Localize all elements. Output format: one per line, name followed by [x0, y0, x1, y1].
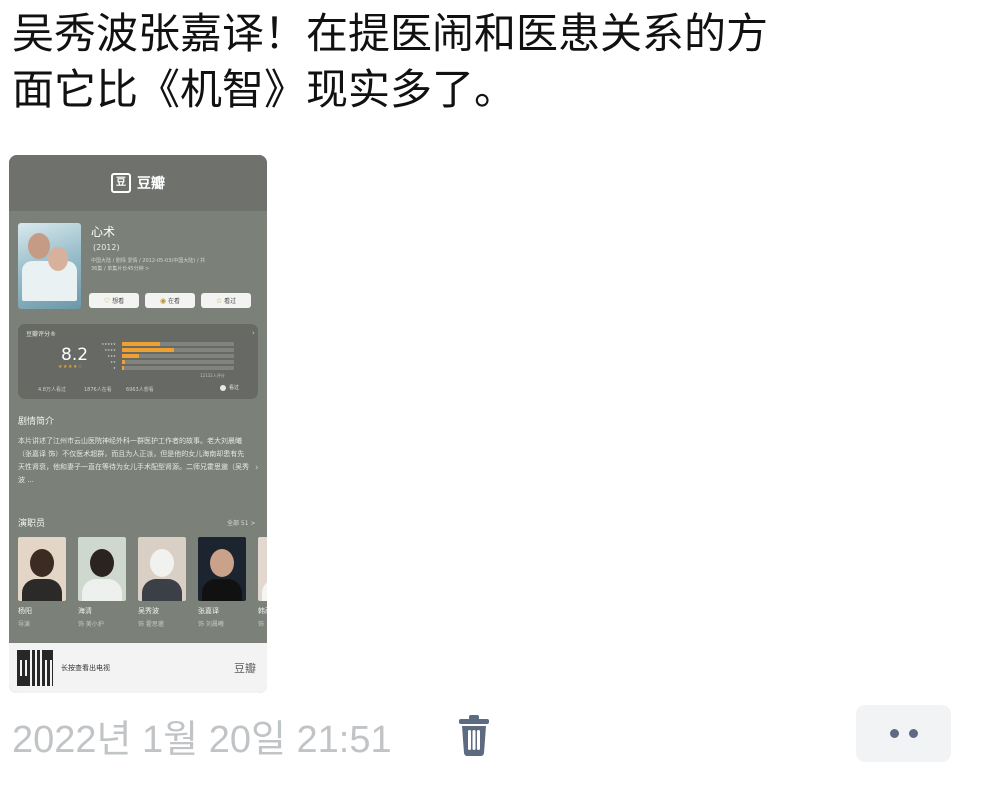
post-text-line: 面它比《机智》现实多了。: [12, 65, 517, 114]
footer-brand: 豆瓣: [234, 662, 256, 675]
user-avatar-icon: [220, 384, 226, 391]
rating-bar-row: ★★★★★: [98, 342, 234, 346]
rating-stars: ★★★★☆: [58, 364, 83, 370]
cast-photo: [198, 537, 246, 601]
rating-bar-fill: [122, 342, 161, 346]
watched-mark: 看过: [220, 384, 239, 391]
rating-bar-label: ★★: [110, 360, 116, 364]
chevron-right-icon[interactable]: ›: [255, 463, 259, 473]
rating-bar-fill: [122, 360, 126, 364]
synopsis-heading: 剧情简介: [18, 417, 55, 427]
rating-bar-track: [122, 348, 234, 352]
brand-name: 豆瓣: [137, 176, 165, 192]
cast-all-link[interactable]: 全部 51 >: [227, 518, 255, 527]
watched-button[interactable]: ☆ 看过: [201, 293, 251, 308]
douban-share-card[interactable]: 豆 豆瓣 心术 (2012) 中国大陆 / 剧情 爱情 / 2012-05-03…: [9, 155, 267, 693]
trash-icon: [459, 715, 489, 756]
rating-bar-fill: [122, 348, 174, 352]
rating-bar-track: [122, 366, 234, 370]
watching-count: 1876人在看: [84, 387, 112, 393]
cast-role: 导演: [18, 621, 31, 628]
cast-heading: 演职员: [18, 519, 46, 529]
watched-count: 4.8万人看过: [38, 387, 66, 393]
cast-name: 杨阳: [18, 607, 32, 615]
post-timestamp: 2022년 1월 20일 21:51: [12, 719, 392, 761]
rating-bar-label: ★★★★★: [101, 342, 116, 346]
rating-label: 豆瓣评分®: [26, 331, 57, 338]
movie-meta: 中国大陆 / 剧情 爱情 / 2012-05-03(中国大陆) / 共 36集 …: [91, 258, 206, 272]
cast-member[interactable]: 海清 饰 美小护: [78, 537, 126, 628]
star-icon: ☆: [215, 296, 223, 305]
cast-name: 韩雨: [258, 607, 267, 615]
rating-bar-track: [122, 342, 234, 346]
card-body: 心术 (2012) 中国大陆 / 剧情 爱情 / 2012-05-03(中国大陆…: [9, 211, 267, 643]
wish-count: 6963人想看: [126, 387, 154, 393]
rating-score: 8.2: [61, 345, 89, 365]
rating-count: 12132人评分: [200, 373, 225, 378]
rating-box[interactable]: 豆瓣评分® › 8.2 ★★★★☆ ★★★★★ ★★★★ ★★★ ★★ ★ 12132人…: [18, 324, 258, 399]
cast-name: 吴秀波: [138, 607, 159, 615]
more-dot-icon: [908, 729, 918, 738]
cast-role: 饰: [258, 621, 265, 628]
chevron-right-icon: ›: [252, 329, 255, 337]
rating-bar-row: ★★: [98, 360, 234, 364]
movie-poster: [18, 223, 81, 309]
action-row: ♡ 想看 ◉ 在看 ☆ 看过: [89, 293, 251, 308]
rating-bar-row: ★: [98, 366, 234, 370]
heart-icon: ♡: [103, 296, 111, 305]
cast-name: 张嘉译: [198, 607, 219, 615]
rating-bar-track: [122, 354, 234, 358]
rating-bar-fill: [122, 366, 125, 370]
qr-code: [17, 650, 53, 686]
circle-icon: ◉: [159, 296, 167, 305]
douban-logo-icon: 豆: [111, 173, 131, 193]
rating-bar-row: ★★★★: [98, 348, 234, 352]
post-text-line: 吴秀波张嘉译！在提医闹和医患关系的方: [12, 9, 769, 58]
rating-bar-row: ★★★: [98, 354, 234, 358]
footer-text: 长按查看出电视: [61, 664, 110, 672]
card-header: 豆 豆瓣: [9, 155, 267, 211]
card-footer: 长按查看出电视 豆瓣: [9, 643, 267, 693]
movie-year: (2012): [93, 243, 120, 252]
movie-title: 心术: [91, 225, 116, 239]
cast-member[interactable]: 杨阳 导演: [18, 537, 66, 628]
cast-role: 饰 霍思邈: [138, 621, 164, 628]
rating-bar-fill: [122, 354, 139, 358]
more-options-button[interactable]: [856, 705, 951, 762]
cast-photo: [258, 537, 267, 601]
cast-role: 饰 美小护: [78, 621, 104, 628]
cast-member[interactable]: 吴秀波 饰 霍思邈: [138, 537, 186, 628]
rating-bar-label: ★: [113, 366, 116, 370]
cast-photo: [18, 537, 66, 601]
cast-name: 海清: [78, 607, 92, 615]
cast-role: 饰 刘晨曦: [198, 621, 224, 628]
want-to-watch-button[interactable]: ♡ 想看: [89, 293, 139, 308]
cast-list: 杨阳 导演 海清 饰 美小护 吴秀波 饰 霍思邈 张嘉译 饰 刘晨曦 韩 饰: [18, 537, 267, 628]
watching-button[interactable]: ◉ 在看: [145, 293, 195, 308]
synopsis-text: 本片讲述了江州市云山医院神经外科一群医护工作者的故事。老大刘晨曦（张嘉译 饰）不…: [18, 437, 249, 484]
delete-button[interactable]: [457, 713, 491, 757]
cast-member[interactable]: 张嘉译 饰 刘晨曦: [198, 537, 246, 628]
more-dot-icon: [889, 729, 899, 738]
cast-member[interactable]: 韩雨 饰: [258, 537, 267, 628]
rating-bar-track: [122, 360, 234, 364]
cast-photo: [78, 537, 126, 601]
rating-bar-label: ★★★★: [104, 348, 116, 352]
cast-photo: [138, 537, 186, 601]
rating-bar-label: ★★★: [107, 354, 116, 358]
post-text: 吴秀波张嘉译！在提医闹和医患关系的方 面它比《机智》现实多了。: [12, 6, 972, 118]
